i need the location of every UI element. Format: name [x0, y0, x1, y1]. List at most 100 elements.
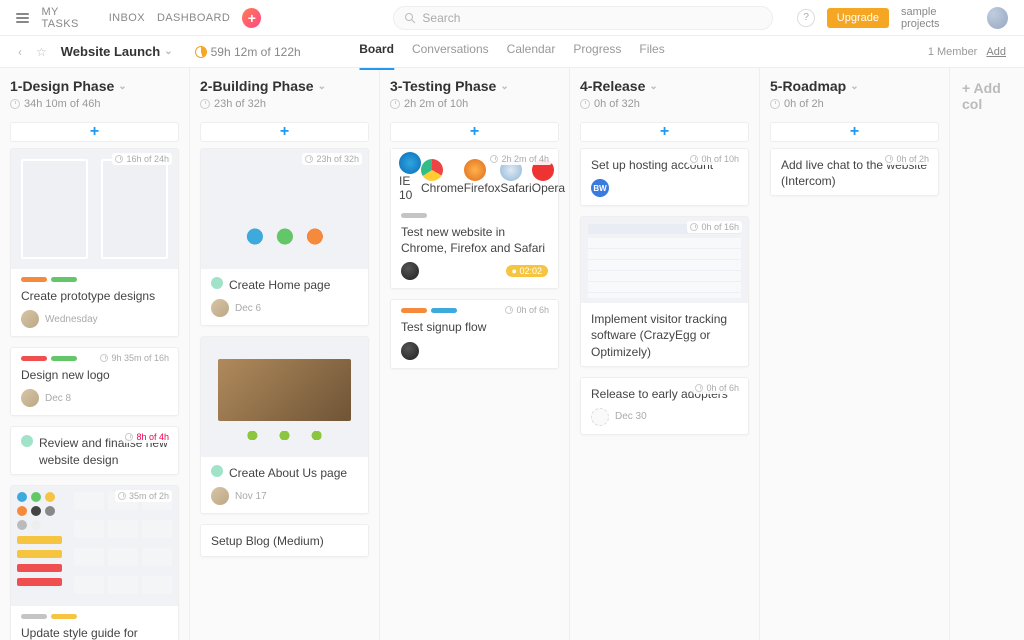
column-title[interactable]: 3-Testing Phase ⌄	[390, 78, 559, 94]
card-title: Create About Us page	[229, 465, 347, 481]
task-card[interactable]: 0h of 6h Release to early adopters Dec 3…	[580, 377, 749, 435]
menu-icon[interactable]	[16, 13, 29, 23]
create-button[interactable]: +	[242, 8, 261, 28]
nav-inbox[interactable]: INBOX	[109, 12, 145, 24]
nav-my-tasks[interactable]: MY TASKS	[41, 6, 96, 30]
card-date: Dec 30	[615, 411, 647, 422]
add-card-button[interactable]: +	[770, 122, 939, 142]
column-title-text: 3-Testing Phase	[390, 78, 496, 94]
help-icon[interactable]: ?	[797, 9, 814, 27]
task-card[interactable]: 2h 2m of 4h IE 10 Chrome Firefox Safari …	[390, 148, 559, 289]
tag	[401, 308, 427, 313]
star-icon[interactable]: ☆	[36, 45, 47, 59]
clock-icon	[390, 99, 400, 109]
column-title-text: 2-Building Phase	[200, 78, 314, 94]
add-card-button[interactable]: +	[200, 122, 369, 142]
card-title-row: Create prototype designs	[21, 288, 168, 304]
column-title[interactable]: 1-Design Phase ⌄	[10, 78, 179, 94]
task-card[interactable]: 8h of 4h Review and finalise new website…	[10, 426, 179, 474]
task-card[interactable]: Setup Blog (Medium)	[200, 524, 369, 556]
members-count: 1 Member	[928, 46, 978, 58]
chevron-down-icon: ⌄	[318, 81, 326, 92]
tab-files[interactable]: Files	[639, 42, 664, 62]
column-title[interactable]: 2-Building Phase ⌄	[200, 78, 369, 94]
add-member-link[interactable]: Add	[986, 46, 1006, 58]
task-card[interactable]: 23h of 32h Create Home page Dec 6	[200, 148, 369, 326]
card-tags	[401, 213, 548, 218]
task-card[interactable]: 0h of 16h Implement visitor tracking sof…	[580, 216, 749, 367]
card-title-row: Test new website in Chrome, Firefox and …	[401, 224, 548, 256]
card-date: Dec 8	[45, 393, 71, 404]
add-column[interactable]: + Add col	[950, 68, 1024, 640]
card-date: Wednesday	[45, 314, 98, 325]
complete-check-icon[interactable]	[211, 277, 223, 289]
clock-icon	[118, 492, 126, 500]
task-card[interactable]: 0h of 10h Set up hosting account BW	[580, 148, 749, 206]
timer-pill: ● 02:02	[506, 265, 548, 277]
card-time: 0h of 16h	[687, 221, 742, 233]
column-title-text: 4-Release	[580, 78, 645, 94]
tag	[51, 614, 77, 619]
column-header: 2-Building Phase ⌄ 23h of 32h	[190, 68, 379, 116]
card-body: Setup Blog (Medium)	[201, 525, 368, 555]
chevron-down-icon: ⌄	[500, 81, 508, 92]
complete-check-icon[interactable]	[211, 465, 223, 477]
card-meta: Dec 6	[201, 299, 368, 325]
column-time: 34h 10m of 46h	[10, 98, 179, 110]
task-card[interactable]: 9h 35m of 16h Design new logo Dec 8	[10, 347, 179, 416]
search-input[interactable]: Search	[393, 6, 773, 30]
project-time: 59h 12m of 122h	[195, 45, 301, 59]
upgrade-button[interactable]: Upgrade	[827, 8, 889, 28]
project-bar: ‹ ☆ Website Launch ⌄ 59h 12m of 122h Boa…	[0, 36, 1024, 68]
add-card-button[interactable]: +	[390, 122, 559, 142]
task-card[interactable]: 35m of 2h Update style guide for coworke…	[10, 485, 179, 640]
card-title: Design new logo	[21, 367, 110, 383]
task-card[interactable]: 0h of 2h Add live chat to the website (I…	[770, 148, 939, 196]
nav-dashboard[interactable]: DASHBOARD	[157, 12, 230, 24]
column-title[interactable]: 5-Roadmap ⌄	[770, 78, 939, 94]
task-card[interactable]: 0h of 6h Test signup flow	[390, 299, 559, 368]
back-icon[interactable]: ‹	[18, 45, 22, 59]
clock-icon	[695, 384, 703, 392]
clock-icon	[125, 433, 133, 441]
workspace-name[interactable]: sample projects	[901, 6, 975, 30]
card-time: 0h of 10h	[687, 153, 742, 165]
column-header: 3-Testing Phase ⌄ 2h 2m of 10h	[380, 68, 569, 116]
tab-board[interactable]: Board	[359, 42, 394, 70]
card-tags	[21, 277, 168, 282]
column-time-text: 2h 2m of 10h	[404, 98, 468, 110]
complete-check-icon[interactable]	[21, 435, 33, 447]
column-title[interactable]: 4-Release ⌄	[580, 78, 749, 94]
column-title-text: 1-Design Phase	[10, 78, 114, 94]
card-thumbnail	[11, 149, 178, 269]
task-card[interactable]: 16h of 24h Create prototype designs Wedn…	[10, 148, 179, 337]
avatar[interactable]	[987, 7, 1008, 29]
card-title: Implement visitor tracking software (Cra…	[591, 311, 738, 360]
card-thumbnail	[201, 337, 368, 457]
card-time: 16h of 24h	[112, 153, 172, 165]
add-card-button[interactable]: +	[10, 122, 179, 142]
board-column: 2-Building Phase ⌄ 23h of 32h + 23h of 3…	[190, 68, 380, 640]
card-title-row: Create Home page	[211, 277, 358, 293]
clock-icon	[505, 306, 513, 314]
column-time: 2h 2m of 10h	[390, 98, 559, 110]
tag	[51, 277, 77, 282]
card-title-row: Implement visitor tracking software (Cra…	[591, 311, 738, 360]
tab-calendar[interactable]: Calendar	[507, 42, 556, 62]
tab-progress[interactable]: Progress	[573, 42, 621, 62]
clock-icon	[200, 99, 210, 109]
assignee-avatar	[211, 487, 229, 505]
card-body: Update style guide for coworkers	[11, 606, 178, 640]
card-date: Dec 6	[235, 303, 261, 314]
assignee-avatar	[21, 389, 39, 407]
card-body: Create prototype designs	[11, 269, 178, 310]
card-title: Create prototype designs	[21, 288, 155, 304]
clock-icon	[115, 155, 123, 163]
project-title[interactable]: Website Launch ⌄	[61, 44, 173, 59]
tab-conversations[interactable]: Conversations	[412, 42, 489, 62]
column-cards: 16h of 24h Create prototype designs Wedn…	[0, 148, 189, 640]
clock-icon	[305, 155, 313, 163]
task-card[interactable]: Create About Us page Nov 17	[200, 336, 369, 514]
card-body: Create Home page	[201, 269, 368, 299]
add-card-button[interactable]: +	[580, 122, 749, 142]
